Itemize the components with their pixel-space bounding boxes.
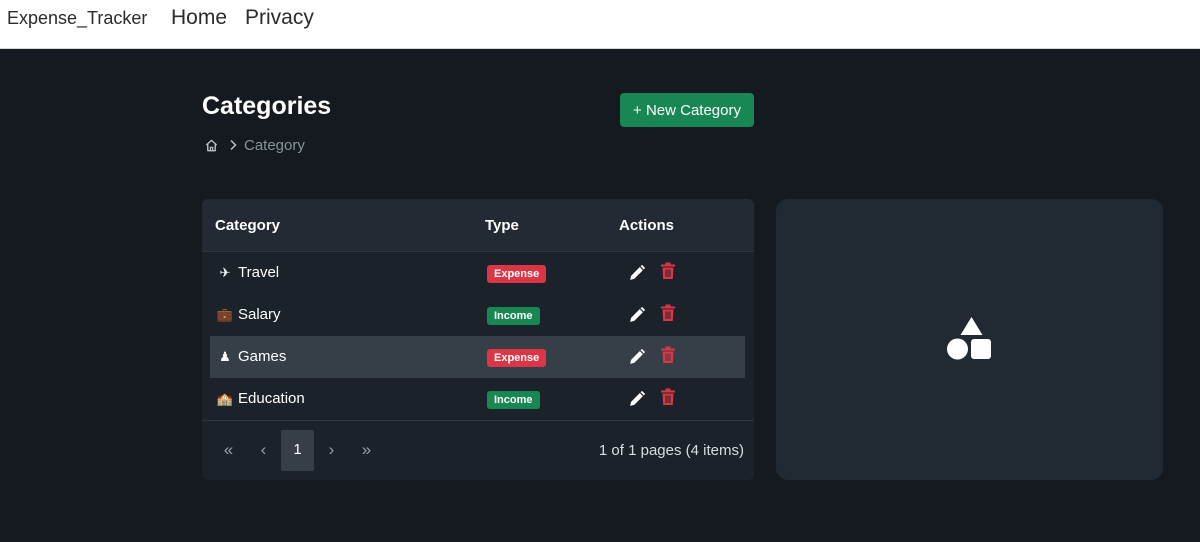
categories-table: Category Type Actions ✈ Travel Expense 💼 S… (202, 199, 754, 480)
category-name: Games (238, 348, 287, 365)
first-page-button[interactable]: « (212, 430, 245, 471)
delete-trash-icon[interactable] (660, 262, 676, 285)
category-name: Travel (238, 264, 280, 281)
delete-trash-icon[interactable] (660, 388, 676, 411)
type-badge: Expense (487, 349, 547, 367)
next-page-button[interactable]: › (315, 430, 348, 471)
last-page-button[interactable]: » (350, 430, 383, 471)
top-navbar: Expense_Tracker Home Privacy (0, 0, 1200, 49)
table-header: Category Type Actions (202, 199, 754, 252)
table-row[interactable]: 💼 Salary Income (210, 294, 745, 336)
column-header-actions: Actions (619, 217, 675, 234)
shapes-icon (946, 316, 992, 365)
table-row[interactable]: ✈ Travel Expense (210, 252, 745, 294)
joystick-icon: ♟ (219, 348, 231, 364)
column-header-category: Category (215, 217, 281, 234)
brand-link[interactable]: Expense_Tracker (7, 8, 147, 29)
previous-page-button[interactable]: ‹ (247, 430, 280, 471)
school-icon: 🏫 (216, 390, 234, 406)
edit-pencil-icon[interactable] (628, 347, 647, 371)
type-badge: Income (487, 307, 540, 325)
edit-pencil-icon[interactable] (628, 389, 647, 413)
edit-pencil-icon[interactable] (628, 263, 647, 287)
category-illustration-panel (776, 199, 1163, 480)
edit-pencil-icon[interactable] (628, 305, 647, 329)
nav-link-home[interactable]: Home (171, 6, 227, 30)
delete-trash-icon[interactable] (660, 346, 676, 369)
airplane-icon: ✈ (219, 264, 231, 280)
new-category-button[interactable]: + New Category (620, 93, 754, 127)
home-icon[interactable] (204, 138, 219, 153)
type-badge: Expense (487, 265, 547, 283)
category-name: Salary (238, 306, 281, 323)
nav-link-privacy[interactable]: Privacy (245, 6, 314, 30)
column-header-type: Type (485, 217, 519, 234)
type-badge: Income (487, 391, 540, 409)
breadcrumb-current: Category (244, 136, 305, 154)
table-row[interactable]: ♟ Games Expense (210, 336, 745, 378)
page-number-button[interactable]: 1 (281, 430, 314, 471)
briefcase-icon: 💼 (216, 306, 234, 322)
pager-info: 1 of 1 pages (4 items) (598, 442, 744, 459)
breadcrumb: Category (204, 136, 305, 154)
category-name: Education (238, 390, 305, 407)
delete-trash-icon[interactable] (660, 304, 676, 327)
table-row[interactable]: 🏫 Education Income (210, 378, 745, 420)
chevron-right-icon (229, 139, 237, 151)
page-title: Categories (202, 92, 332, 120)
table-pager: « ‹ 1 › » 1 of 1 pages (4 items) (202, 420, 754, 480)
